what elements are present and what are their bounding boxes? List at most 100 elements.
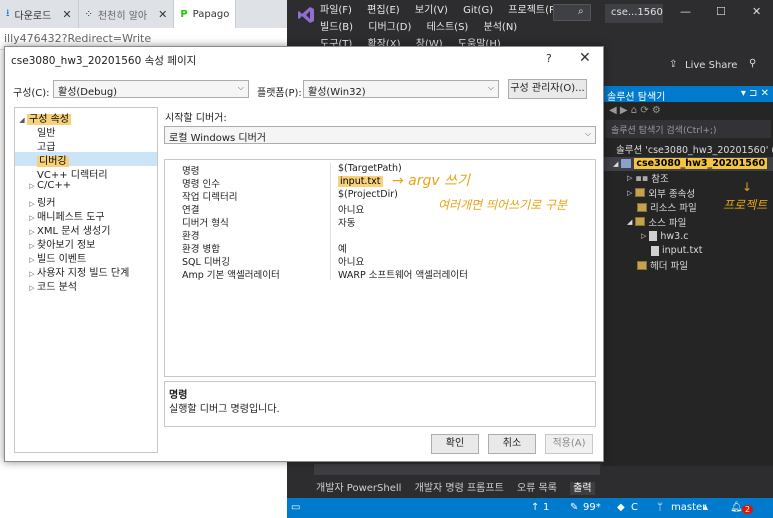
- apply-button[interactable]: 적용(A): [545, 434, 593, 454]
- close-icon[interactable]: ✕: [158, 8, 167, 21]
- property-row-debugger-type[interactable]: 디버거 형식 자동: [165, 215, 595, 229]
- project-icon: [621, 159, 632, 169]
- menu-debug[interactable]: 디버그(D): [368, 19, 411, 36]
- browser-tab-papago[interactable]: P Papago: [174, 0, 237, 28]
- home-icon[interactable]: ⌂: [631, 105, 637, 116]
- expand-icon[interactable]: ◢: [627, 218, 632, 226]
- tree-item-advanced[interactable]: 고급: [15, 138, 157, 153]
- collapsed-icon[interactable]: ▷: [627, 189, 632, 197]
- folder-icon: [637, 260, 647, 270]
- property-value[interactable]: 아니요: [338, 202, 364, 216]
- browser-tab-article[interactable]: ⁘ 천천히 알아 ✕: [79, 0, 175, 28]
- maximize-icon[interactable]: ☐: [716, 5, 726, 18]
- tree-item-solution[interactable]: 솔루션 'cse3080_hw3_20201560' (: [603, 142, 773, 157]
- menu-view[interactable]: 보기(V): [415, 2, 448, 19]
- tree-item-code-analysis[interactable]: ▷ 코드 분석: [15, 278, 157, 293]
- tree-item-config-properties[interactable]: ◢ 구성 속성: [15, 110, 157, 125]
- pencil-icon[interactable]: ✎: [570, 502, 578, 513]
- vs-search-box[interactable]: ⌕: [553, 4, 591, 21]
- tree-item-hw3c[interactable]: ▷ hw3.c: [603, 229, 773, 244]
- sync-icon[interactable]: ⟳: [640, 105, 648, 116]
- property-value[interactable]: WARP 소프트웨어 액셀러레이터: [338, 267, 468, 281]
- menu-build[interactable]: 빌드(B): [320, 19, 353, 36]
- tree-item-project[interactable]: ◢ cse3080_hw3_20201560: [603, 156, 773, 171]
- tab-developer-command-prompt[interactable]: 개발자 명령 프롬프트: [415, 483, 504, 494]
- tree-item-xml-doc-generator[interactable]: ▷ XML 문서 생성기: [15, 222, 157, 237]
- help-icon[interactable]: ?: [546, 52, 552, 65]
- settings-icon[interactable]: ⚙: [652, 105, 661, 116]
- debugger-select[interactable]: 로컬 Windows 디버거 ⌵: [164, 126, 596, 144]
- menu-git[interactable]: Git(G): [463, 2, 493, 19]
- pin-icon[interactable]: ▾ ⊐ ✕: [741, 88, 769, 100]
- collapsed-icon[interactable]: ▷: [27, 242, 37, 250]
- close-icon[interactable]: ✕: [752, 5, 761, 18]
- browser-tab-download[interactable]: ⭳ 다운로드 ✕: [0, 0, 79, 28]
- collapsed-icon[interactable]: ▷: [27, 284, 37, 292]
- tree-item-linker[interactable]: ▷ 링커: [15, 194, 157, 209]
- close-icon[interactable]: ✕: [62, 8, 71, 21]
- property-row-environment[interactable]: 환경: [165, 228, 595, 242]
- menu-test[interactable]: 테스트(S): [427, 19, 469, 36]
- property-row-merge-env[interactable]: 환경 병합 예: [165, 241, 595, 255]
- close-icon[interactable]: ✕: [579, 50, 591, 66]
- property-row-sql-debugging[interactable]: SQL 디버깅 아니요: [165, 254, 595, 268]
- menu-file[interactable]: 파일(F): [320, 2, 352, 19]
- property-row-command[interactable]: 명령 $(TargetPath): [165, 163, 595, 177]
- tree-item-general[interactable]: 일반: [15, 124, 157, 139]
- property-value[interactable]: 예: [338, 241, 347, 255]
- minimize-icon[interactable]: —: [680, 5, 691, 18]
- status-language[interactable]: C: [631, 502, 638, 513]
- property-row-amp-accelerator[interactable]: Amp 기본 액셀러레이터 WARP 소프트웨어 액셀러레이터: [165, 267, 595, 281]
- menu-project[interactable]: 프로젝트(P): [508, 2, 559, 19]
- branch-icon: ᛘ: [657, 502, 663, 513]
- tree-item-source-files[interactable]: ◢ 소스 파일: [603, 215, 773, 230]
- collapsed-icon[interactable]: ▷: [627, 174, 632, 182]
- expand-icon[interactable]: ◢: [613, 160, 618, 168]
- tab-error-list[interactable]: 오류 목록: [517, 483, 557, 494]
- tree-item-manifest-tool[interactable]: ▷ 매니페스트 도구: [15, 208, 157, 223]
- property-value[interactable]: $(ProjectDir): [338, 189, 398, 200]
- back-icon[interactable]: ◀: [609, 105, 617, 116]
- tree-item-input-txt[interactable]: input.txt: [603, 244, 773, 259]
- tree-item-custom-build-step[interactable]: ▷ 사용자 지정 빌드 단계: [15, 264, 157, 279]
- tab-developer-powershell[interactable]: 개발자 PowerShell: [316, 483, 401, 494]
- tab-output[interactable]: 출력: [570, 482, 595, 495]
- column-divider: [330, 241, 331, 254]
- collapsed-icon[interactable]: ▷: [27, 270, 37, 278]
- collapsed-icon[interactable]: ▷: [641, 232, 646, 240]
- collapsed-icon[interactable]: ▷: [27, 214, 37, 222]
- status-changes[interactable]: 99*: [583, 502, 601, 513]
- property-value[interactable]: 아니요: [338, 254, 364, 268]
- tree-item-build-events[interactable]: ▷ 빌드 이벤트: [15, 250, 157, 265]
- tree-item-browse-info[interactable]: ▷ 찾아보기 정보: [15, 236, 157, 251]
- tree-item-header-files[interactable]: 헤더 파일: [603, 258, 773, 273]
- collapsed-icon[interactable]: ▷: [27, 182, 37, 190]
- config-manager-button[interactable]: 구성 관리자(O)...: [508, 79, 587, 99]
- status-push-count[interactable]: 1: [543, 502, 549, 513]
- menu-edit[interactable]: 편집(E): [367, 2, 400, 19]
- horizontal-scrollbar[interactable]: [314, 464, 600, 475]
- chevron-up-icon[interactable]: ▴: [703, 502, 708, 513]
- tree-item-c-cpp[interactable]: ▷ C/C++: [15, 180, 157, 194]
- ok-button[interactable]: 확인: [431, 434, 479, 454]
- push-icon[interactable]: ↑: [531, 502, 539, 513]
- property-value[interactable]: input.txt: [338, 176, 383, 187]
- notification-icon[interactable]: 🔔︎: [730, 502, 743, 513]
- collapsed-icon[interactable]: ▷: [27, 256, 37, 264]
- platform-select[interactable]: 활성(Win32) ⌵: [303, 80, 499, 98]
- forward-icon[interactable]: ▶: [620, 105, 628, 116]
- collapsed-icon[interactable]: ▷: [27, 228, 37, 236]
- expand-icon[interactable]: ◢: [17, 116, 27, 124]
- tree-item-debugging[interactable]: 디버깅: [15, 152, 157, 167]
- live-share-button[interactable]: Live Share: [685, 60, 737, 71]
- account-icon[interactable]: ⚲: [749, 58, 756, 69]
- menu-analyze[interactable]: 분석(N): [484, 19, 518, 36]
- property-row-command-args[interactable]: 명령 인수 input.txt: [165, 176, 595, 190]
- cancel-button[interactable]: 취소: [488, 434, 536, 454]
- tree-item-vc-directories[interactable]: VC++ 디렉터리: [15, 166, 157, 181]
- property-value[interactable]: 자동: [338, 215, 355, 229]
- collapsed-icon[interactable]: ▷: [27, 200, 37, 208]
- config-select[interactable]: 활성(Debug) ⌵: [53, 80, 249, 98]
- status-branch[interactable]: master: [671, 502, 706, 513]
- solution-explorer-search[interactable]: 솔루션 탐색기 검색(Ctrl+;): [605, 120, 771, 138]
